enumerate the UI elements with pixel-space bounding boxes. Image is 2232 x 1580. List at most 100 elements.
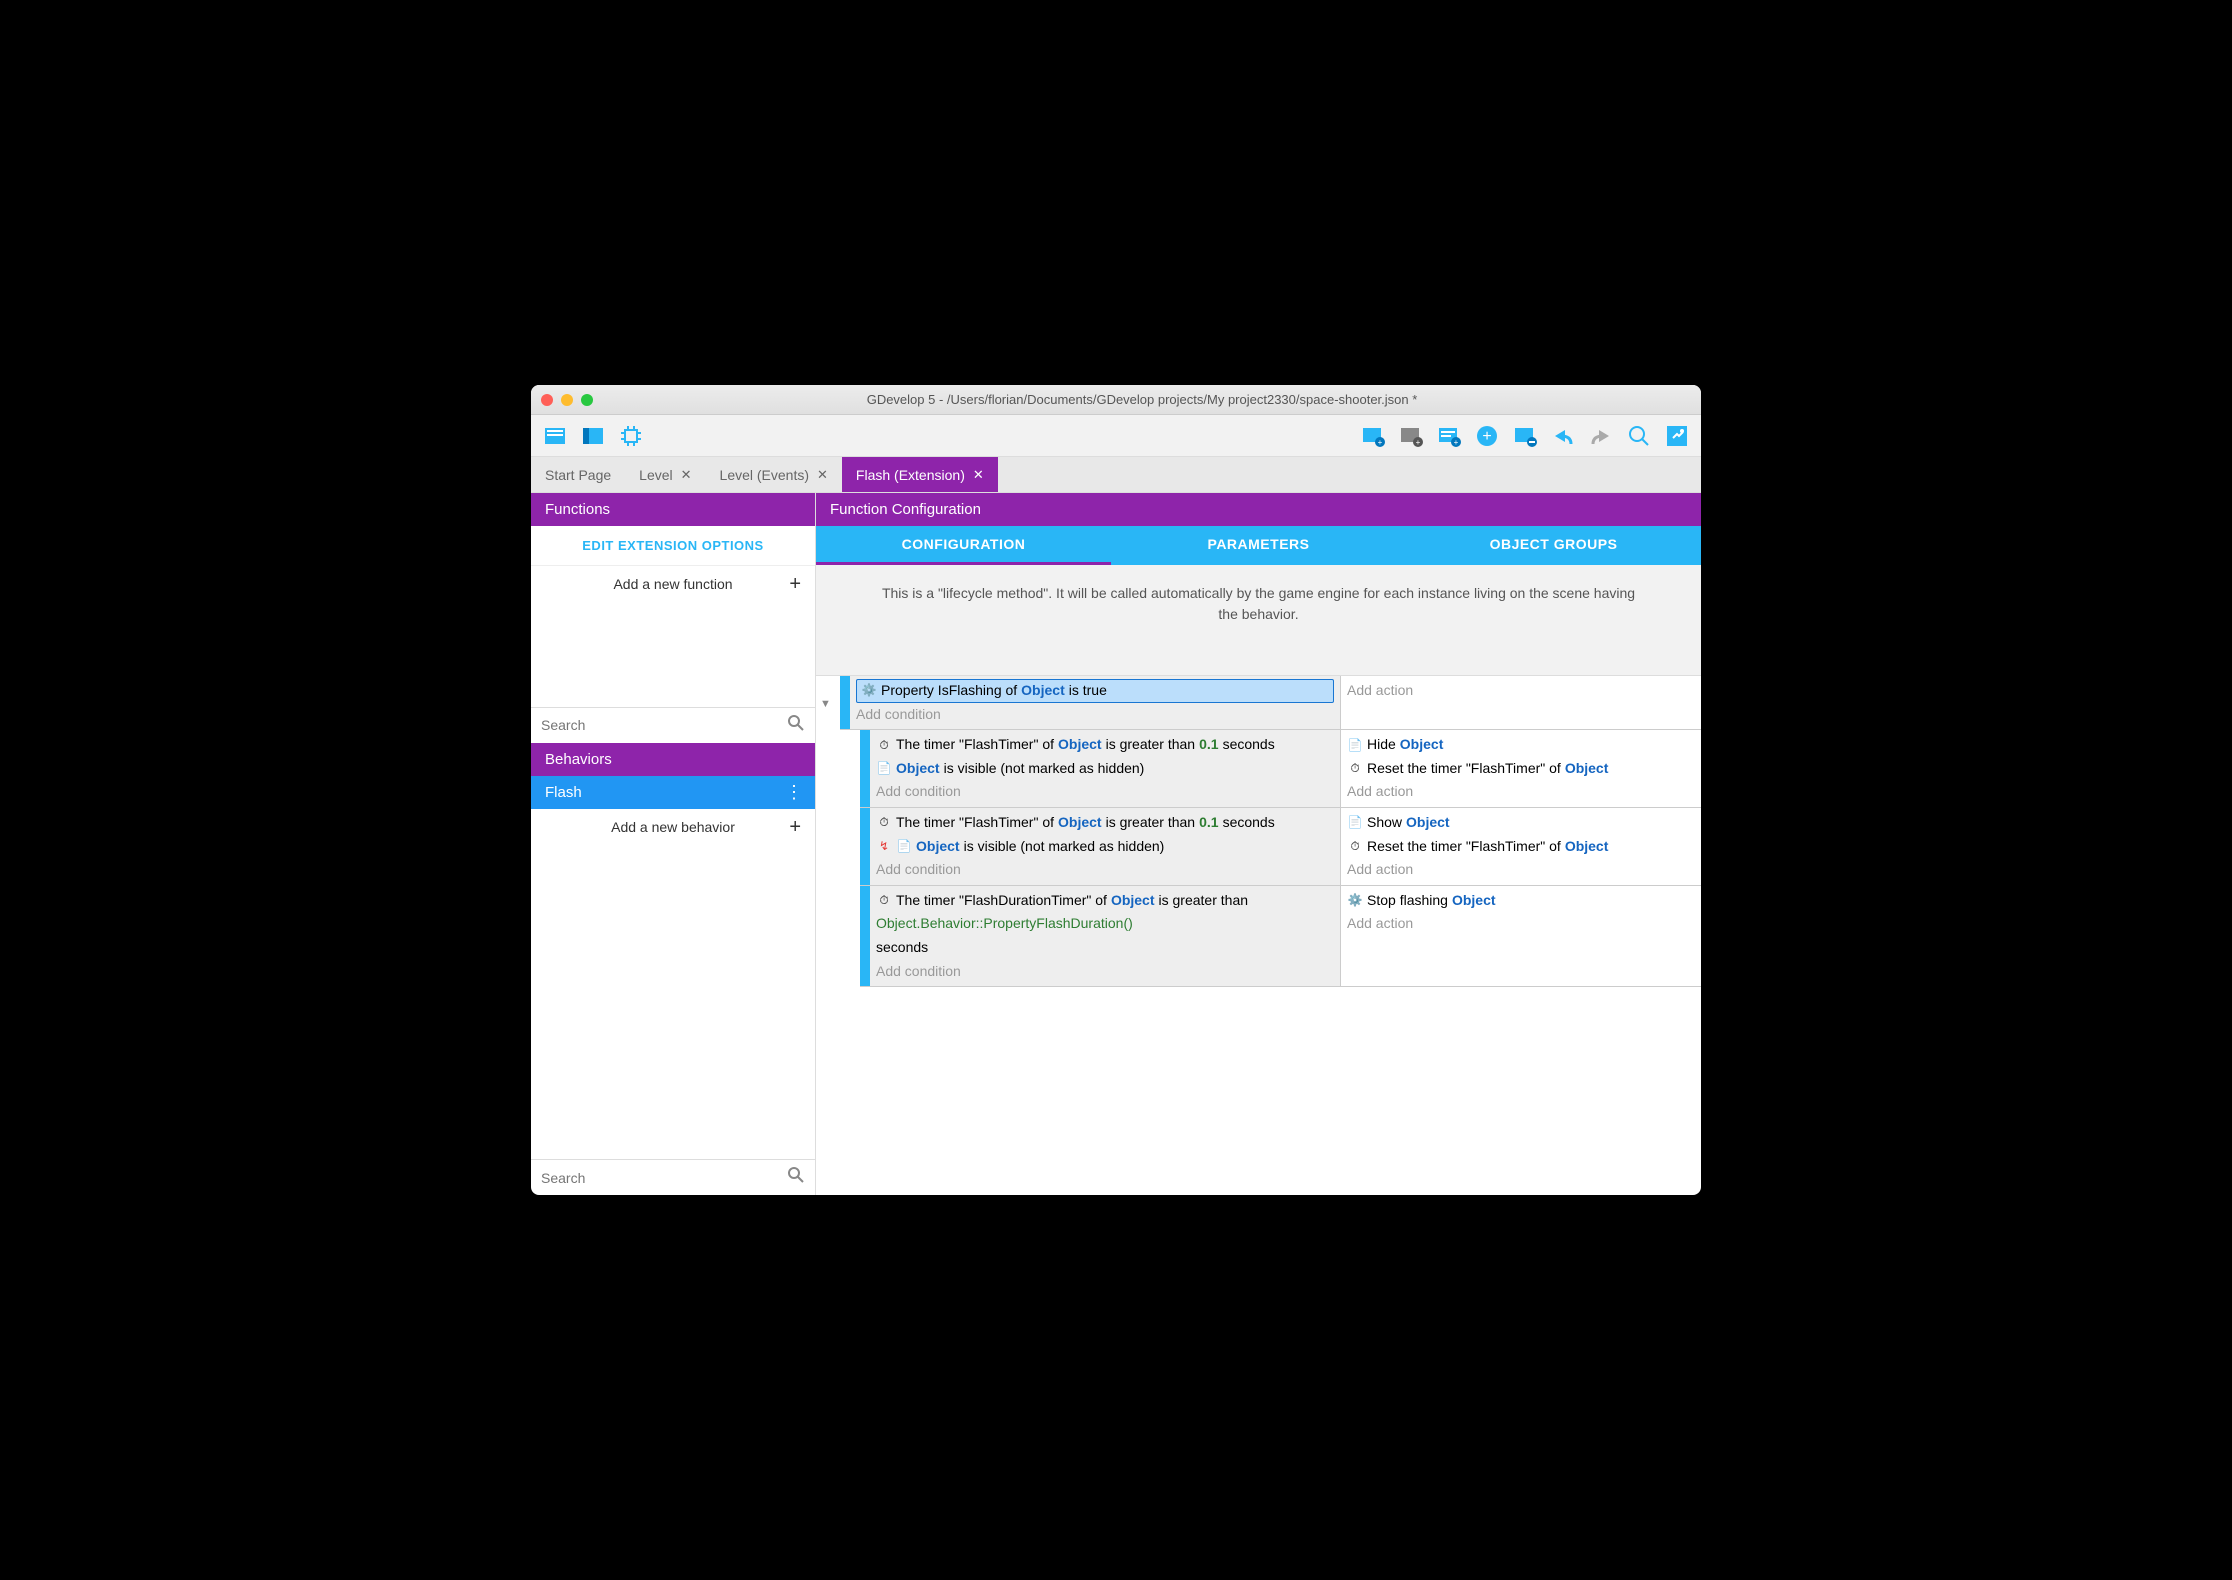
tab-bar: Start Page Level✕ Level (Events)✕ Flash …	[531, 457, 1701, 493]
add-function-button[interactable]: Add a new function +	[531, 566, 815, 602]
chip-icon[interactable]	[615, 420, 647, 452]
timer-icon: ⏱	[876, 815, 892, 831]
condition-expression[interactable]: Object.Behavior::PropertyFlashDuration()	[876, 912, 1334, 936]
invert-icon: ↯	[876, 838, 892, 854]
timer-icon: ⏱	[876, 737, 892, 753]
action-line[interactable]: 📄 Show Object	[1347, 811, 1695, 835]
event-row[interactable]: ⏱ The timer "FlashTimer" of Object is gr…	[860, 808, 1701, 886]
plus-icon: +	[789, 817, 801, 837]
titlebar: GDevelop 5 - /Users/florian/Documents/GD…	[531, 385, 1701, 415]
function-config-header: Function Configuration	[816, 493, 1701, 526]
condition-line[interactable]: ⏱ The timer "FlashTimer" of Object is gr…	[876, 811, 1334, 835]
actions-column[interactable]: 📄 Show Object ⏱ Reset the timer "FlashTi…	[1341, 808, 1701, 885]
zoom-window-icon[interactable]	[581, 394, 593, 406]
app-window: GDevelop 5 - /Users/florian/Documents/GD…	[531, 385, 1701, 1195]
search-icon	[787, 1166, 805, 1189]
functions-header: Functions	[531, 493, 815, 526]
behaviors-header: Behaviors	[531, 743, 815, 776]
toolbar: + + + +	[531, 415, 1701, 457]
svg-text:+: +	[1416, 438, 1421, 447]
add-condition-button[interactable]: Add condition	[876, 858, 1334, 882]
add-action-button[interactable]: Add action	[1347, 780, 1695, 804]
add-condition-button[interactable]: Add condition	[856, 703, 1334, 727]
conditions-column[interactable]: ⚙️ Property IsFlashing of Object is true…	[850, 676, 1341, 729]
event-gutter	[860, 730, 870, 807]
project-panel-icon[interactable]	[539, 420, 571, 452]
event-row[interactable]: ⚙️ Property IsFlashing of Object is true…	[840, 676, 1701, 730]
close-icon[interactable]: ✕	[681, 467, 692, 483]
condition-line[interactable]: ↯ 📄 Object is visible (not marked as hid…	[876, 835, 1334, 859]
action-line[interactable]: ⏱ Reset the timer "FlashTimer" of Object	[1347, 757, 1695, 781]
behavior-item-flash[interactable]: Flash ⋮	[531, 776, 815, 809]
tab-level[interactable]: Level✕	[625, 457, 705, 492]
add-condition-button[interactable]: Add condition	[876, 960, 1334, 984]
add-action-button[interactable]: Add action	[1347, 912, 1695, 936]
tab-object-groups[interactable]: OBJECT GROUPS	[1406, 526, 1701, 565]
event-gutter	[860, 808, 870, 885]
condition-line[interactable]: ⏱ The timer "FlashDurationTimer" of Obje…	[876, 889, 1334, 913]
action-line[interactable]: 📄 Hide Object	[1347, 733, 1695, 757]
close-icon[interactable]: ✕	[817, 467, 828, 483]
add-action-button[interactable]: Add action	[1347, 858, 1695, 882]
search-functions-row	[531, 707, 815, 743]
gear-icon: ⚙️	[1347, 893, 1363, 909]
add-other-icon[interactable]: +	[1471, 420, 1503, 452]
tab-flash-extension[interactable]: Flash (Extension)✕	[842, 457, 998, 492]
conditions-column[interactable]: ⏱ The timer "FlashDurationTimer" of Obje…	[870, 886, 1341, 986]
add-comment-icon[interactable]: +	[1433, 420, 1465, 452]
conditions-column[interactable]: ⏱ The timer "FlashTimer" of Object is gr…	[870, 730, 1341, 807]
tab-start-page[interactable]: Start Page	[531, 457, 625, 492]
timer-icon: ⏱	[1347, 838, 1363, 854]
condition-line[interactable]: 📄 Object is visible (not marked as hidde…	[876, 757, 1334, 781]
actions-column[interactable]: 📄 Hide Object ⏱ Reset the timer "FlashTi…	[1341, 730, 1701, 807]
condition-line-tail: seconds	[876, 936, 1334, 960]
event-gutter	[840, 676, 850, 729]
event-row[interactable]: ⏱ The timer "FlashDurationTimer" of Obje…	[860, 886, 1701, 987]
search-behaviors-input[interactable]	[541, 1170, 787, 1186]
sidebar: Functions EDIT EXTENSION OPTIONS Add a n…	[531, 493, 816, 1195]
add-subevent-icon[interactable]: +	[1395, 420, 1427, 452]
svg-text:+: +	[1378, 438, 1383, 447]
kebab-menu-icon[interactable]: ⋮	[785, 788, 801, 797]
search-icon	[787, 714, 805, 737]
condition-line[interactable]: ⏱ The timer "FlashTimer" of Object is gr…	[876, 733, 1334, 757]
collapse-caret-icon[interactable]: ▼	[820, 698, 831, 710]
condition-line[interactable]: ⚙️ Property IsFlashing of Object is true	[856, 679, 1334, 703]
event-row[interactable]: ⏱ The timer "FlashTimer" of Object is gr…	[860, 730, 1701, 808]
behavior-label: Flash	[545, 784, 582, 801]
search-behaviors-row	[531, 1159, 815, 1195]
tab-level-events[interactable]: Level (Events)✕	[706, 457, 842, 492]
actions-column[interactable]: ⚙️ Stop flashing Object Add action	[1341, 886, 1701, 986]
add-event-icon[interactable]: +	[1357, 420, 1389, 452]
close-window-icon[interactable]	[541, 394, 553, 406]
events-sheet: ▼ ⚙️ Property IsFlashing of Object is tr…	[816, 676, 1701, 1195]
action-line[interactable]: ⚙️ Stop flashing Object	[1347, 889, 1695, 913]
svg-text:+: +	[1482, 428, 1491, 445]
visible-icon: 📄	[876, 761, 892, 777]
svg-text:+: +	[1454, 438, 1459, 447]
close-icon[interactable]: ✕	[973, 467, 984, 483]
add-behavior-button[interactable]: Add a new behavior +	[531, 809, 815, 845]
undo-icon[interactable]	[1547, 420, 1579, 452]
add-action-button[interactable]: Add action	[1347, 679, 1695, 703]
plus-icon: +	[789, 574, 801, 594]
add-condition-button[interactable]: Add condition	[876, 780, 1334, 804]
minimize-window-icon[interactable]	[561, 394, 573, 406]
delete-event-icon[interactable]	[1509, 420, 1541, 452]
window-title: GDevelop 5 - /Users/florian/Documents/GD…	[593, 392, 1691, 407]
edit-extension-options-button[interactable]: EDIT EXTENSION OPTIONS	[531, 526, 815, 566]
settings-icon[interactable]	[1661, 420, 1693, 452]
redo-icon[interactable]	[1585, 420, 1617, 452]
tab-configuration[interactable]: CONFIGURATION	[816, 526, 1111, 565]
timer-icon: ⏱	[1347, 761, 1363, 777]
action-line[interactable]: ⏱ Reset the timer "FlashTimer" of Object	[1347, 835, 1695, 859]
search-events-icon[interactable]	[1623, 420, 1655, 452]
window-controls	[541, 394, 593, 406]
visible-icon: 📄	[896, 838, 912, 854]
conditions-column[interactable]: ⏱ The timer "FlashTimer" of Object is gr…	[870, 808, 1341, 885]
show-icon: 📄	[1347, 815, 1363, 831]
actions-column[interactable]: Add action	[1341, 676, 1701, 729]
search-functions-input[interactable]	[541, 717, 787, 733]
tab-parameters[interactable]: PARAMETERS	[1111, 526, 1406, 565]
properties-panel-icon[interactable]	[577, 420, 609, 452]
